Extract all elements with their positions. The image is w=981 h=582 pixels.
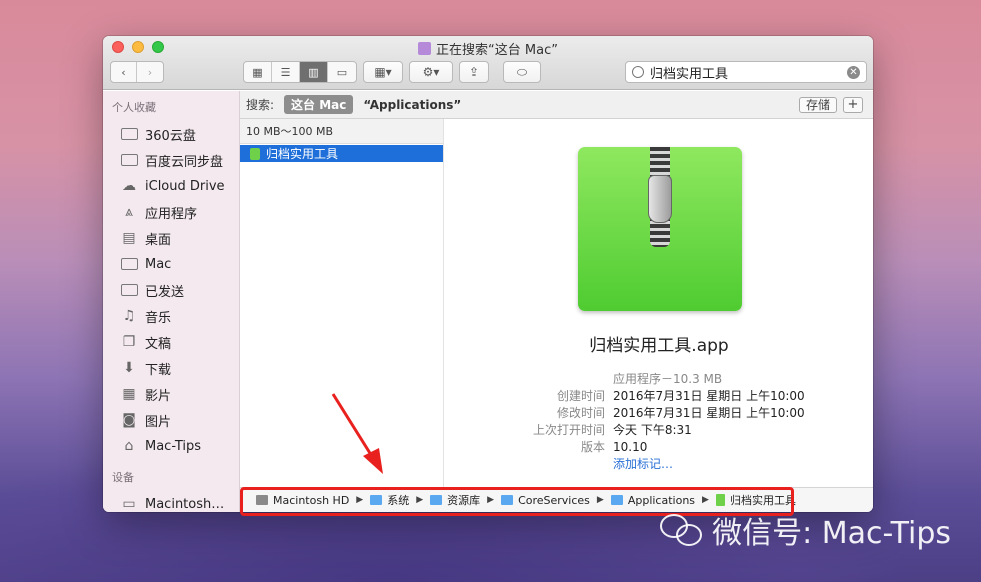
- add-tags-link[interactable]: 添加标记…: [613, 456, 673, 473]
- sidebar-header-devices: 设备: [112, 471, 134, 484]
- sidebar-item-icloud[interactable]: ☁ iCloud Drive: [103, 173, 239, 199]
- sidebar-item-label: 音乐: [145, 310, 172, 326]
- music-icon: ♫: [122, 308, 136, 324]
- forward-button[interactable]: ›: [137, 62, 163, 82]
- watermark-text: 微信号: Mac-Tips: [712, 516, 951, 551]
- tag-icon: ⬭: [516, 64, 528, 79]
- meta-key: 修改时间: [556, 406, 605, 420]
- search-field[interactable]: 归档实用工具 ✕: [625, 61, 867, 83]
- arrange-icon: ▦▾: [374, 65, 392, 79]
- result-row-label: 归档实用工具: [266, 147, 339, 161]
- archive-utility-icon: [250, 147, 260, 160]
- sidebar-item-label: Mac-Tips: [145, 438, 202, 454]
- meta-key: 上次打开时间: [532, 423, 605, 437]
- sidebar-item-label: 下载: [145, 362, 172, 378]
- annotation-arrow-icon: [331, 393, 383, 474]
- sidebar-item-label: 已发送: [145, 284, 185, 300]
- sidebar-item-label: 360云盘: [145, 128, 196, 144]
- folder-icon: [120, 257, 138, 271]
- finder-window: 正在搜索“这台 Mac” ‹ › ▦ ☰ ▥ ▭ ▦▾ ⚙▾ ⇪ ⬭ 归档实用工…: [103, 36, 873, 512]
- meta-value: 2016年7月31日 星期日 上午10:00: [613, 389, 805, 403]
- titlebar: 正在搜索“这台 Mac” ‹ › ▦ ☰ ▥ ▭ ▦▾ ⚙▾ ⇪ ⬭ 归档实用工…: [103, 36, 873, 90]
- window-title: 正在搜索“这台 Mac”: [103, 39, 873, 58]
- coverflow-view-button[interactable]: ▭: [328, 62, 356, 82]
- wechat-icon: [660, 512, 704, 548]
- movies-icon: ▦: [122, 386, 136, 402]
- sidebar-item-documents[interactable]: ❐ 文稿: [103, 329, 239, 355]
- sidebar-item-label: 影片: [145, 388, 172, 404]
- preview-kind-size: 应用程序－10.3 MB: [613, 372, 723, 386]
- documents-icon: ❐: [122, 334, 136, 350]
- back-button[interactable]: ‹: [111, 62, 137, 82]
- sidebar-item-music[interactable]: ♫ 音乐: [103, 303, 239, 329]
- group-header: 10 MB～100 MB: [240, 119, 443, 144]
- sidebar-item-pictures[interactable]: ◙ 图片: [103, 407, 239, 433]
- preview-pane: 归档实用工具.app 应用程序－10.3 MB 创建时间 2016年7月31日 星…: [445, 119, 873, 487]
- sidebar-item-downloads[interactable]: ⬇ 下载: [103, 355, 239, 381]
- home-icon: ⌂: [124, 438, 134, 454]
- sidebar-item-sent[interactable]: 已发送: [103, 277, 239, 303]
- watermark: 微信号: Mac-Tips: [660, 508, 951, 552]
- sidebar-item-label: 文稿: [145, 336, 172, 352]
- sidebar-item-mac[interactable]: Mac: [103, 251, 239, 277]
- search-scope-label: 搜索:: [246, 98, 275, 112]
- search-scope-bar: 搜索: 这台 Mac “Applications” 存储 +: [240, 91, 873, 119]
- sidebar-item-home[interactable]: ⌂ Mac-Tips: [103, 433, 239, 459]
- nav-buttons: ‹ ›: [110, 61, 164, 83]
- column-view-button[interactable]: ▥: [300, 62, 328, 82]
- folder-icon: [120, 283, 138, 297]
- share-button[interactable]: ⇪: [459, 61, 489, 83]
- sidebar-item-movies[interactable]: ▦ 影片: [103, 381, 239, 407]
- applications-icon: ⩓: [125, 204, 133, 220]
- scope-applications-button[interactable]: “Applications”: [363, 98, 461, 112]
- sidebar-item-label: 应用程序: [145, 206, 198, 222]
- save-search-button[interactable]: 存储: [798, 96, 837, 113]
- sidebar-item-label: Macintosh…: [145, 496, 225, 512]
- clear-search-icon[interactable]: ✕: [847, 65, 860, 79]
- tags-button[interactable]: ⬭: [503, 61, 541, 83]
- meta-value: 今天 下午8:31: [613, 423, 692, 437]
- view-mode-control: ▦ ☰ ▥ ▭: [243, 61, 357, 83]
- meta-value: 10.10: [613, 440, 648, 454]
- search-icon: [632, 66, 644, 78]
- meta-key: 创建时间: [556, 389, 605, 403]
- zipper-pull-icon: [648, 175, 672, 223]
- search-input[interactable]: 归档实用工具: [650, 63, 728, 82]
- sidebar-item-applications[interactable]: ⩓ 应用程序: [103, 199, 239, 225]
- desktop-icon: ▤: [122, 230, 136, 246]
- sidebar-item-label: 图片: [145, 414, 172, 430]
- sidebar-item-baidu[interactable]: 百度云同步盘: [103, 147, 239, 173]
- cloud-icon: ☁: [122, 178, 136, 194]
- add-criteria-button[interactable]: +: [843, 96, 863, 113]
- preview-metadata: 应用程序－10.3 MB 创建时间 2016年7月31日 星期日 上午10:00 …: [445, 371, 873, 473]
- sidebar-item-label: iCloud Drive: [145, 178, 225, 194]
- smart-folder-icon: [418, 42, 432, 55]
- arrange-button[interactable]: ▦▾: [363, 61, 403, 83]
- icon-view-button[interactable]: ▦: [244, 62, 272, 82]
- sidebar-item-label: 桌面: [145, 232, 172, 248]
- meta-value: 2016年7月31日 星期日 上午10:00: [613, 406, 805, 420]
- result-row-selected[interactable]: 归档实用工具: [240, 145, 443, 162]
- disk-icon: ▭: [122, 496, 136, 512]
- action-button[interactable]: ⚙▾: [409, 61, 453, 83]
- sidebar-item-macintosh-hd[interactable]: ▭ Macintosh…: [103, 491, 239, 512]
- preview-app-name: 归档实用工具.app: [589, 336, 729, 356]
- gear-icon: ⚙▾: [422, 65, 440, 79]
- download-icon: ⬇: [123, 360, 135, 376]
- folder-icon: [120, 153, 138, 167]
- meta-key: 版本: [580, 440, 605, 454]
- sidebar-header-favorites: 个人收藏: [112, 101, 156, 114]
- folder-icon: [120, 127, 138, 141]
- sidebar-item-label: 百度云同步盘: [145, 154, 224, 170]
- pictures-icon: ◙: [122, 412, 136, 428]
- sidebar-item-desktop[interactable]: ▤ 桌面: [103, 225, 239, 251]
- sidebar-item-360[interactable]: 360云盘: [103, 121, 239, 147]
- sidebar: 个人收藏 360云盘 百度云同步盘 ☁ iCloud Drive ⩓ 应用程序 ▤ 桌…: [103, 91, 240, 512]
- list-view-button[interactable]: ☰: [272, 62, 300, 82]
- sidebar-item-label: Mac: [145, 256, 172, 272]
- window-title-text: 正在搜索“这台 Mac”: [436, 43, 558, 58]
- scope-this-mac-button[interactable]: 这台 Mac: [284, 95, 354, 114]
- archive-utility-app-icon: [578, 147, 742, 311]
- share-icon: ⇪: [468, 65, 480, 79]
